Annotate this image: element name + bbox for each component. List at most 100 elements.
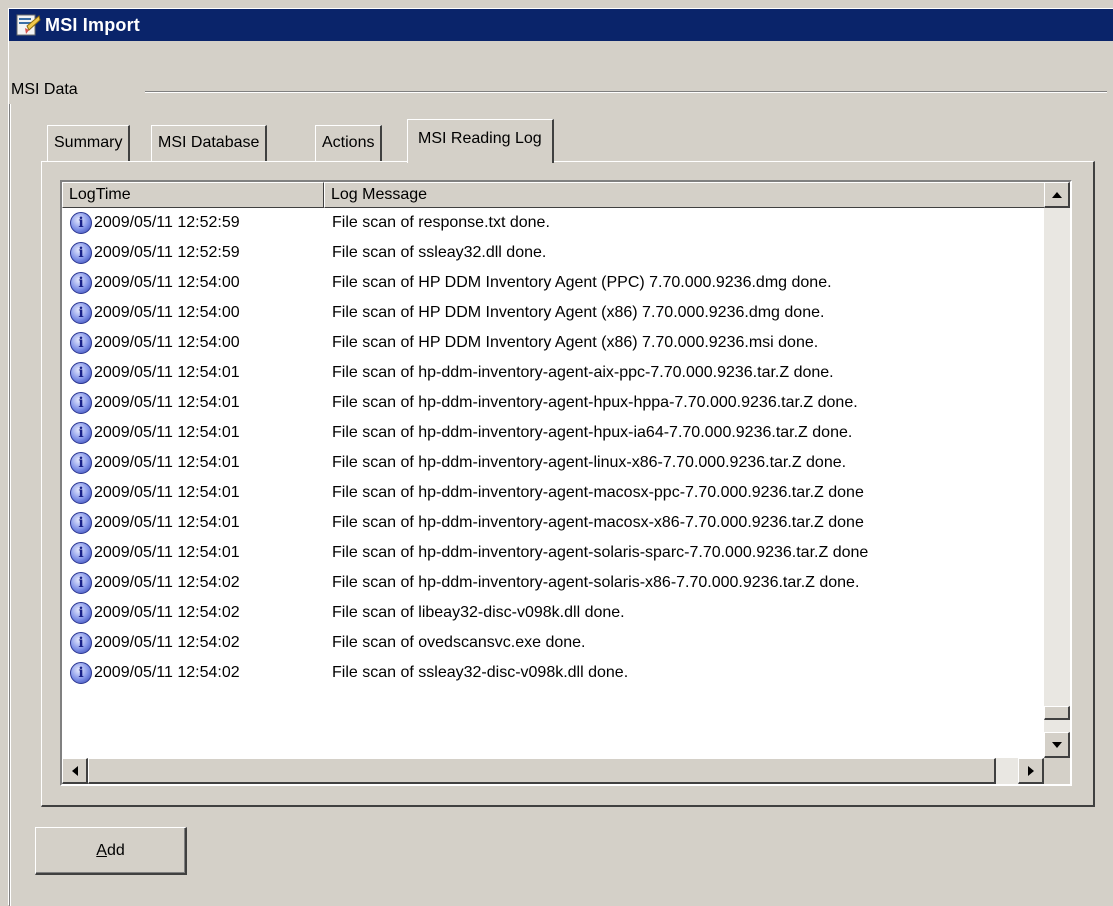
info-icon: i (70, 332, 92, 354)
info-icon: i (70, 242, 92, 264)
info-icon: i (70, 482, 92, 504)
add-button-label: dd (106, 841, 125, 859)
table-row[interactable]: i 2009/05/11 12:54:01 File scan of hp-ddm-… (62, 508, 1044, 538)
tab-actions[interactable]: Actions (315, 125, 383, 161)
info-icon: i (70, 452, 92, 474)
group-left-border (9, 104, 11, 906)
info-icon: i (70, 212, 92, 234)
info-icon: i (70, 422, 92, 444)
tab-summary[interactable]: Summary (47, 125, 131, 161)
table-row[interactable]: i 2009/05/11 12:54:00 File scan of HP DDM … (62, 298, 1044, 328)
tab-msi-reading-log[interactable]: MSI Reading Log (407, 119, 554, 163)
table-row[interactable]: i 2009/05/11 12:54:02 File scan of ovedsca… (62, 628, 1044, 658)
log-time-text: 2009/05/11 12:54:01 (94, 364, 240, 381)
log-time-cell: i 2009/05/11 12:52:59 (62, 212, 324, 234)
log-message-cell: File scan of libeay32-disc-v098k.dll don… (332, 604, 625, 621)
horizontal-scrollbar[interactable] (62, 758, 1044, 784)
info-icon: i (70, 362, 92, 384)
log-message-cell: File scan of response.txt done. (332, 214, 550, 231)
tab-panel-msi-reading-log: LogTime Log Message i 2009/05/11 12:52:59… (41, 161, 1095, 807)
log-time-cell: i 2009/05/11 12:54:01 (62, 422, 324, 444)
log-time-text: 2009/05/11 12:54:01 (94, 514, 240, 531)
vertical-scrollbar[interactable] (1044, 182, 1070, 758)
table-row[interactable]: i 2009/05/11 12:52:59 File scan of respons… (62, 208, 1044, 238)
info-icon: i (70, 272, 92, 294)
scroll-left-button[interactable] (62, 758, 88, 784)
log-message-cell: File scan of hp-ddm-inventory-agent-sola… (332, 544, 869, 561)
log-message-cell: File scan of HP DDM Inventory Agent (x86… (332, 304, 825, 321)
log-message-cell: File scan of hp-ddm-inventory-agent-hpux… (332, 424, 853, 441)
log-time-cell: i 2009/05/11 12:54:01 (62, 482, 324, 504)
scroll-down-button[interactable] (1044, 732, 1070, 758)
installer-icon (15, 12, 41, 38)
log-time-text: 2009/05/11 12:54:01 (94, 484, 240, 501)
title-bar[interactable]: MSI Import (9, 9, 1113, 41)
log-message-cell: File scan of HP DDM Inventory Agent (PPC… (332, 274, 832, 291)
table-row[interactable]: i 2009/05/11 12:52:59 File scan of ssleay3… (62, 238, 1044, 268)
log-time-cell: i 2009/05/11 12:54:01 (62, 452, 324, 474)
column-header-log-message[interactable]: Log Message (324, 182, 1044, 208)
table-row[interactable]: i 2009/05/11 12:54:00 File scan of HP DDM … (62, 268, 1044, 298)
info-icon: i (70, 662, 92, 684)
log-time-text: 2009/05/11 12:54:01 (94, 544, 240, 561)
log-time-cell: i 2009/05/11 12:54:02 (62, 662, 324, 684)
log-message-cell: File scan of hp-ddm-inventory-agent-sola… (332, 574, 860, 591)
table-row[interactable]: i 2009/05/11 12:54:01 File scan of hp-ddm-… (62, 388, 1044, 418)
table-row[interactable]: i 2009/05/11 12:54:02 File scan of ssleay3… (62, 658, 1044, 688)
log-time-text: 2009/05/11 12:54:00 (94, 334, 240, 351)
group-divider (145, 91, 1107, 93)
vertical-scroll-thumb[interactable] (1044, 706, 1070, 720)
add-button-mnemonic: A (96, 841, 107, 859)
table-row[interactable]: i 2009/05/11 12:54:02 File scan of hp-ddm-… (62, 568, 1044, 598)
msi-import-window: MSI Import MSI Data Summary MSI Database… (8, 8, 1113, 906)
log-time-cell: i 2009/05/11 12:54:01 (62, 542, 324, 564)
table-row[interactable]: i 2009/05/11 12:54:01 File scan of hp-ddm-… (62, 448, 1044, 478)
log-time-cell: i 2009/05/11 12:52:59 (62, 242, 324, 264)
log-time-cell: i 2009/05/11 12:54:01 (62, 392, 324, 414)
scroll-right-button[interactable] (1018, 758, 1044, 784)
log-time-text: 2009/05/11 12:54:00 (94, 304, 240, 321)
info-icon: i (70, 302, 92, 324)
log-time-text: 2009/05/11 12:54:02 (94, 664, 240, 681)
log-message-cell: File scan of hp-ddm-inventory-agent-maco… (332, 484, 864, 501)
log-time-cell: i 2009/05/11 12:54:00 (62, 272, 324, 294)
tab-msi-database[interactable]: MSI Database (151, 125, 268, 161)
log-list-content: LogTime Log Message i 2009/05/11 12:52:59… (62, 182, 1044, 758)
horizontal-scroll-thumb[interactable] (88, 758, 996, 784)
info-icon: i (70, 542, 92, 564)
arrow-left-icon (71, 765, 78, 776)
table-row[interactable]: i 2009/05/11 12:54:00 File scan of HP DDM … (62, 328, 1044, 358)
log-time-text: 2009/05/11 12:54:01 (94, 394, 240, 411)
table-row[interactable]: i 2009/05/11 12:54:01 File scan of hp-ddm-… (62, 418, 1044, 448)
log-time-text: 2009/05/11 12:54:02 (94, 634, 240, 651)
log-message-cell: File scan of ssleay32.dll done. (332, 244, 547, 261)
log-time-cell: i 2009/05/11 12:54:00 (62, 302, 324, 324)
table-row[interactable]: i 2009/05/11 12:54:01 File scan of hp-ddm-… (62, 478, 1044, 508)
table-row[interactable]: i 2009/05/11 12:54:01 File scan of hp-ddm-… (62, 358, 1044, 388)
arrow-up-icon (1051, 191, 1062, 198)
table-row[interactable]: i 2009/05/11 12:54:02 File scan of libeay3… (62, 598, 1044, 628)
log-list-view[interactable]: LogTime Log Message i 2009/05/11 12:52:59… (60, 180, 1072, 786)
log-time-text: 2009/05/11 12:54:02 (94, 604, 240, 621)
log-message-cell: File scan of hp-ddm-inventory-agent-maco… (332, 514, 864, 531)
log-message-cell: File scan of hp-ddm-inventory-agent-aix-… (332, 364, 834, 381)
arrow-right-icon (1027, 765, 1034, 776)
log-time-cell: i 2009/05/11 12:54:02 (62, 632, 324, 654)
info-icon: i (70, 572, 92, 594)
log-time-cell: i 2009/05/11 12:54:01 (62, 512, 324, 534)
log-message-cell: File scan of HP DDM Inventory Agent (x86… (332, 334, 819, 351)
log-rows: i 2009/05/11 12:52:59 File scan of respons… (62, 208, 1044, 688)
scroll-corner (1044, 758, 1070, 784)
log-message-cell: File scan of ovedscansvc.exe done. (332, 634, 586, 651)
log-message-cell: File scan of hp-ddm-inventory-agent-linu… (332, 454, 847, 471)
add-button[interactable]: Add (35, 827, 187, 875)
group-label: MSI Data (11, 81, 82, 99)
info-icon: i (70, 392, 92, 414)
log-time-text: 2009/05/11 12:54:01 (94, 454, 240, 471)
log-time-text: 2009/05/11 12:54:01 (94, 424, 240, 441)
column-header-logtime[interactable]: LogTime (62, 182, 324, 208)
log-message-cell: File scan of ssleay32-disc-v098k.dll don… (332, 664, 629, 681)
scroll-up-button[interactable] (1044, 182, 1070, 208)
table-row[interactable]: i 2009/05/11 12:54:01 File scan of hp-ddm-… (62, 538, 1044, 568)
log-time-cell: i 2009/05/11 12:54:02 (62, 602, 324, 624)
